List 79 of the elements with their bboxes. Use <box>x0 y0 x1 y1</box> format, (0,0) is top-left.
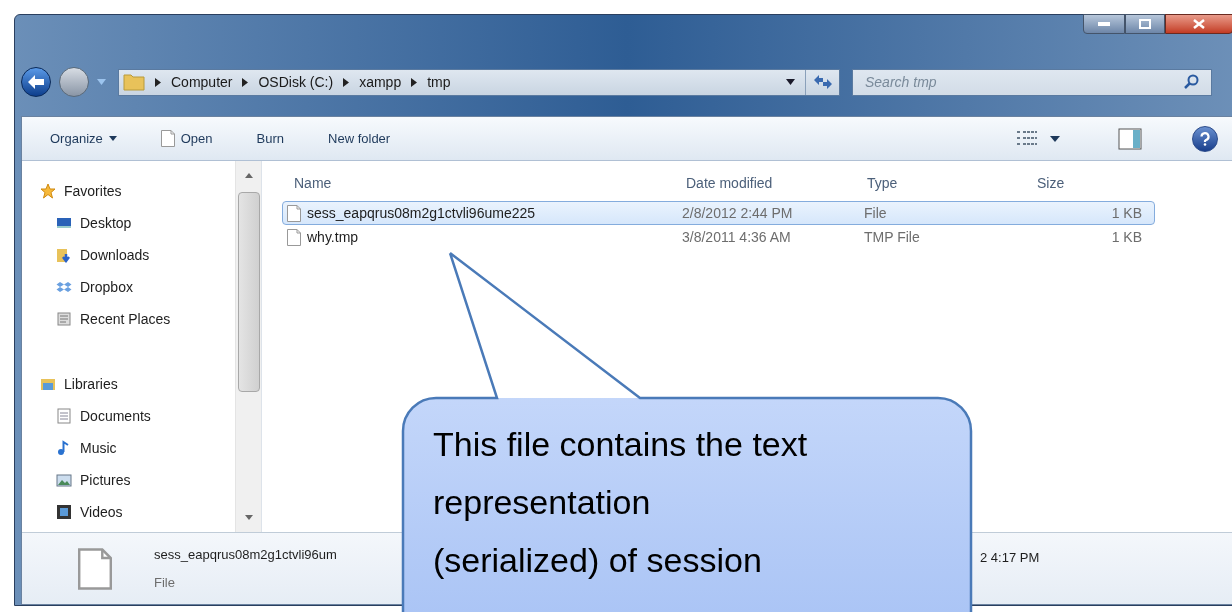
scroll-up-arrow-icon <box>244 173 253 178</box>
sidebar-item[interactable]: Desktop <box>40 207 235 239</box>
sidebar-item[interactable]: Downloads <box>40 239 235 271</box>
search-icon <box>1183 74 1199 90</box>
column-header[interactable]: Date modified <box>679 172 861 194</box>
monitor-icon <box>56 215 72 231</box>
breadcrumb-arrow-icon <box>343 77 350 87</box>
maximize-icon <box>1139 19 1151 29</box>
box-icon <box>56 279 72 295</box>
file-name: sess_eapqrus08m2g1ctvli96ume225 <box>307 203 536 223</box>
sidebar-group[interactable]: Libraries <box>40 368 235 400</box>
column-header[interactable]: Type <box>861 172 1031 194</box>
size-cell-text: 1 KB <box>1110 203 1142 223</box>
date-cell-text: 2/8/2012 2:44 PM <box>681 203 794 223</box>
sidebar-item[interactable]: Music <box>40 432 235 464</box>
details-file-name: sess_eapqrus08m2g1ctvli96um <box>154 546 338 564</box>
toolbar-button[interactable]: Burn <box>248 124 293 153</box>
file-name: why.tmp <box>307 227 359 247</box>
file-row[interactable]: why.tmp 3/8/2011 4:36 AM TMP File 1 KB <box>282 225 1155 249</box>
breadcrumb-arrow-icon <box>155 77 161 87</box>
document-icon <box>56 311 72 327</box>
scroll-thumb[interactable] <box>237 192 260 392</box>
type-cell-text: File <box>863 203 888 223</box>
search-field[interactable]: Search tmp <box>852 68 1212 96</box>
organize-menu-button[interactable]: Organize <box>42 124 125 153</box>
column-header[interactable]: Size <box>1031 172 1171 194</box>
scrollbar[interactable] <box>235 161 261 532</box>
callout-text: This file contains the text representation (serialized) of session <box>433 424 808 581</box>
breadcrumb-arrow-icon <box>242 77 249 87</box>
close-icon <box>1193 19 1205 29</box>
file-row[interactable]: sess_eapqrus08m2g1ctvli96ume225 2/8/2012 2:44 PM File 1 KB <box>282 201 1155 225</box>
file-icon <box>287 204 301 222</box>
help-button[interactable] <box>1192 125 1218 152</box>
scroll-down-arrow-icon <box>244 515 253 520</box>
caret-icon[interactable] <box>786 79 795 85</box>
sidebar-group[interactable]: Favorites <box>40 175 235 207</box>
caret-icon <box>1050 135 1060 142</box>
breadcrumb-item[interactable]: Computer <box>171 71 233 93</box>
document-icon <box>56 408 72 424</box>
folder-icon <box>56 247 72 263</box>
sidebar-item[interactable]: Documents <box>40 400 235 432</box>
forward-button[interactable] <box>59 67 89 97</box>
back-button[interactable] <box>21 67 51 97</box>
close-button[interactable] <box>1165 14 1232 34</box>
pane-icon <box>1118 127 1142 150</box>
breadcrumb-arrow-icon <box>411 77 418 87</box>
breadcrumb-item[interactable]: OSDisk (C:) <box>258 71 334 93</box>
details-file-type: File <box>154 573 176 592</box>
sidebar-item[interactable]: Pictures <box>40 464 235 496</box>
sidebar-item[interactable]: Videos <box>40 496 235 528</box>
address-bar[interactable]: Computer OSDisk (C:) xampp tmp <box>118 68 840 96</box>
folder-icon <box>40 376 56 392</box>
sidebar-item[interactable]: Dropbox <box>40 271 235 303</box>
help-icon <box>1200 131 1210 146</box>
size-cell-text: 1 KB <box>1110 227 1142 247</box>
picture-icon <box>56 472 72 488</box>
back-arrow-icon <box>28 75 44 89</box>
sidebar-item[interactable]: Recent Places <box>40 303 235 335</box>
minimize-icon <box>1098 22 1110 26</box>
refresh-arrows-icon <box>812 74 833 90</box>
folder-icon <box>123 73 145 91</box>
film-icon <box>56 504 72 520</box>
toolbar-button[interactable]: New folder <box>320 124 399 153</box>
search-input[interactable]: Search tmp <box>865 71 1183 93</box>
column-header[interactable]: Name <box>282 172 679 194</box>
list-view-icon <box>1016 129 1038 148</box>
maximize-button[interactable] <box>1125 14 1165 34</box>
caret-icon <box>108 136 117 141</box>
type-cell-text: TMP File <box>863 227 921 247</box>
file-icon <box>78 547 112 590</box>
file-icon <box>287 228 301 246</box>
details-date: 2 4:17 PM <box>980 548 1040 567</box>
date-cell-text: 3/8/2011 4:36 AM <box>681 227 792 247</box>
open-button[interactable]: Open <box>152 124 221 153</box>
breadcrumb-item[interactable]: xampp <box>359 71 402 93</box>
minimize-button[interactable] <box>1083 14 1125 34</box>
file-icon <box>160 130 175 147</box>
star-icon <box>40 183 56 199</box>
breadcrumb-item[interactable]: tmp <box>427 71 451 93</box>
